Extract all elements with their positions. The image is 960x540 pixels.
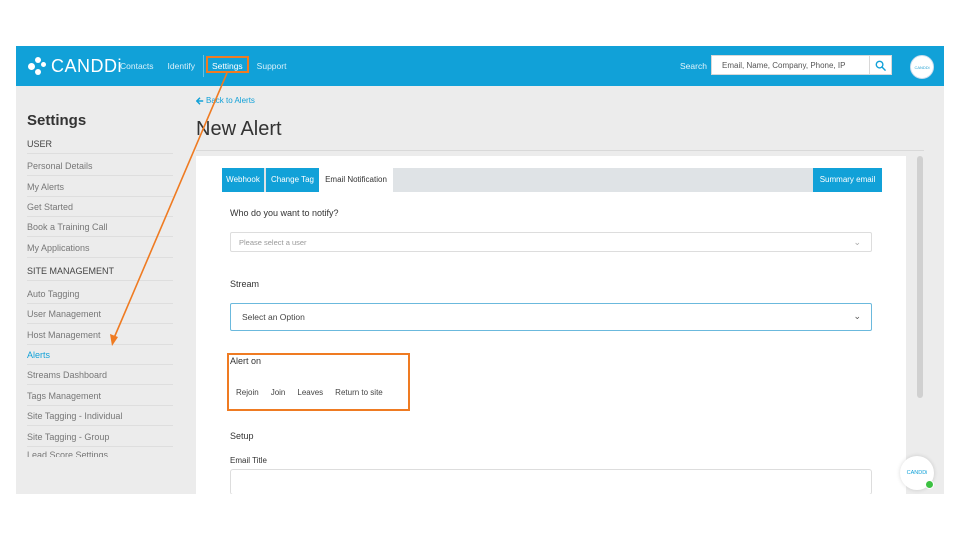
annotation-arrow	[110, 72, 228, 346]
